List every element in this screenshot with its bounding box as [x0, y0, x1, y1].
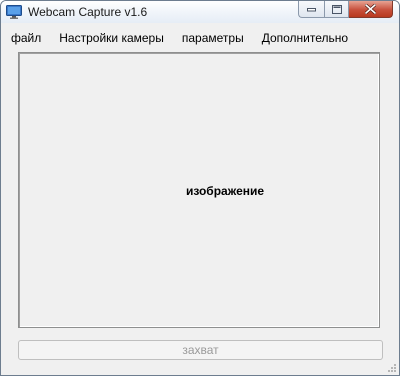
close-button[interactable]	[349, 1, 393, 18]
menu-additional[interactable]: Дополнительно	[253, 28, 357, 48]
image-placeholder-label: изображение	[185, 184, 265, 198]
maximize-icon	[331, 4, 342, 14]
image-preview-panel: изображение	[18, 52, 380, 328]
minimize-button[interactable]	[298, 1, 324, 18]
maximize-button[interactable]	[324, 1, 349, 18]
menu-parameters[interactable]: параметры	[173, 28, 253, 48]
close-icon	[365, 4, 376, 14]
menu-file[interactable]: файл	[1, 28, 50, 48]
title-bar[interactable]: Webcam Capture v1.6	[1, 1, 399, 23]
menu-camera-settings[interactable]: Настройки камеры	[50, 28, 173, 48]
monitor-icon	[6, 5, 22, 19]
menu-bar: файл Настройки камеры параметры Дополнит…	[1, 28, 399, 48]
minimize-icon	[307, 7, 316, 11]
resize-grip-icon[interactable]	[387, 363, 397, 373]
app-window: Webcam Capture v1.6 файл Настройки камер…	[0, 0, 400, 376]
window-title: Webcam Capture v1.6	[28, 5, 148, 19]
capture-button[interactable]: захват	[18, 340, 383, 360]
caption-buttons	[298, 1, 393, 19]
